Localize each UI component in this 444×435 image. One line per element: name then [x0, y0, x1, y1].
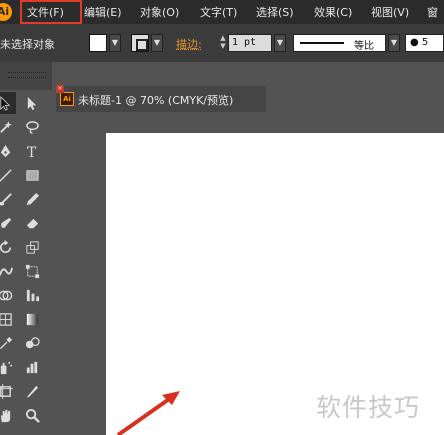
svg-text:T: T [26, 145, 36, 159]
eraser-icon[interactable] [21, 212, 43, 234]
line-segment-icon[interactable] [0, 164, 16, 186]
direct-selection-tool-icon[interactable] [21, 92, 43, 114]
ai-file-icon: Ai [60, 92, 74, 106]
menu-object[interactable]: 对象(O) [140, 4, 179, 20]
fill-dropdown-chevron-icon[interactable]: ▼ [109, 34, 121, 52]
scale-tool-icon[interactable] [21, 236, 43, 258]
brush-size: 5 [421, 37, 429, 48]
stroke-weight-dropdown-chevron-icon[interactable]: ▼ [274, 34, 286, 52]
lasso-icon[interactable] [21, 116, 43, 138]
menu-file[interactable]: 文件(F) [27, 4, 64, 20]
variable-width-profile-select[interactable]: 等比 [293, 34, 386, 52]
close-icon[interactable]: × [56, 85, 64, 93]
menu-view[interactable]: 视图(V) [371, 4, 409, 20]
document-tab[interactable]: Ai × 未标题-1 @ 70% (CMYK/预览) [56, 85, 266, 112]
stroke-weight-input[interactable]: 1 pt [228, 34, 272, 52]
blob-brush-icon[interactable] [0, 212, 16, 234]
symbol-sprayer-icon[interactable] [0, 356, 16, 378]
rectangle-tool-icon[interactable] [21, 164, 43, 186]
hand-tool-icon[interactable] [0, 404, 16, 426]
magic-wand-icon[interactable] [0, 116, 16, 138]
document-title: 未标题-1 @ 70% (CMYK/预览) [78, 94, 234, 107]
profile-dropdown-chevron-icon[interactable]: ▼ [388, 34, 400, 52]
menu-window[interactable]: 窗 [427, 4, 438, 20]
control-bar: 未选择对象 ▼ ▼ 描边: ▲ ▼ 1 pt ▼ 等比 ▼ ● 5 [0, 24, 444, 62]
brush-definition-select[interactable]: ● 5 [405, 34, 444, 52]
mesh-tool-icon[interactable] [0, 308, 16, 330]
profile-label: 等比 [354, 41, 374, 52]
fill-color-swatch[interactable] [89, 34, 107, 52]
stroke-profile-line [300, 42, 344, 44]
menu-type[interactable]: 文字(T) [200, 4, 237, 20]
gradient-tool-icon[interactable] [21, 308, 43, 330]
rotate-tool-icon[interactable] [0, 236, 16, 258]
warp-tool-icon[interactable] [0, 260, 16, 282]
stroke-label[interactable]: 描边: [176, 36, 202, 52]
menu-bar: Ai 文件(F) 编辑(E) 对象(O) 文字(T) 选择(S) 效果(C) 视… [0, 0, 444, 24]
slice-tool-icon[interactable] [21, 380, 43, 402]
stroke-color-swatch[interactable] [131, 34, 149, 52]
perspective-grid-icon[interactable] [21, 284, 43, 306]
menu-select[interactable]: 选择(S) [256, 4, 294, 20]
pencil-icon[interactable] [21, 188, 43, 210]
stroke-dropdown-chevron-icon[interactable]: ▼ [151, 34, 163, 52]
selection-status: 未选择对象 [0, 38, 55, 51]
artboard-tool-icon[interactable] [0, 380, 16, 402]
menu-edit[interactable]: 编辑(E) [84, 4, 122, 20]
annotation-arrow-icon [116, 391, 180, 435]
zoom-tool-icon[interactable] [21, 404, 43, 426]
tools-panel-grip[interactable] [0, 62, 52, 90]
stroke-weight-stepper[interactable]: ▲ ▼ [218, 34, 228, 52]
watermark: 软件技巧 [316, 393, 421, 422]
paintbrush-icon[interactable] [0, 188, 16, 210]
menu-effect[interactable]: 效果(C) [314, 4, 352, 20]
free-transform-icon[interactable] [21, 260, 43, 282]
eyedropper-icon[interactable] [0, 332, 16, 354]
pen-tool-icon[interactable] [0, 140, 16, 162]
shape-builder-icon[interactable] [0, 284, 16, 306]
type-tool-icon[interactable]: T [21, 140, 43, 162]
blend-tool-icon[interactable] [21, 332, 43, 354]
graph-tool-icon[interactable] [21, 356, 43, 378]
selection-tool-icon[interactable] [0, 92, 16, 114]
app-logo-icon[interactable]: Ai [0, 3, 12, 21]
